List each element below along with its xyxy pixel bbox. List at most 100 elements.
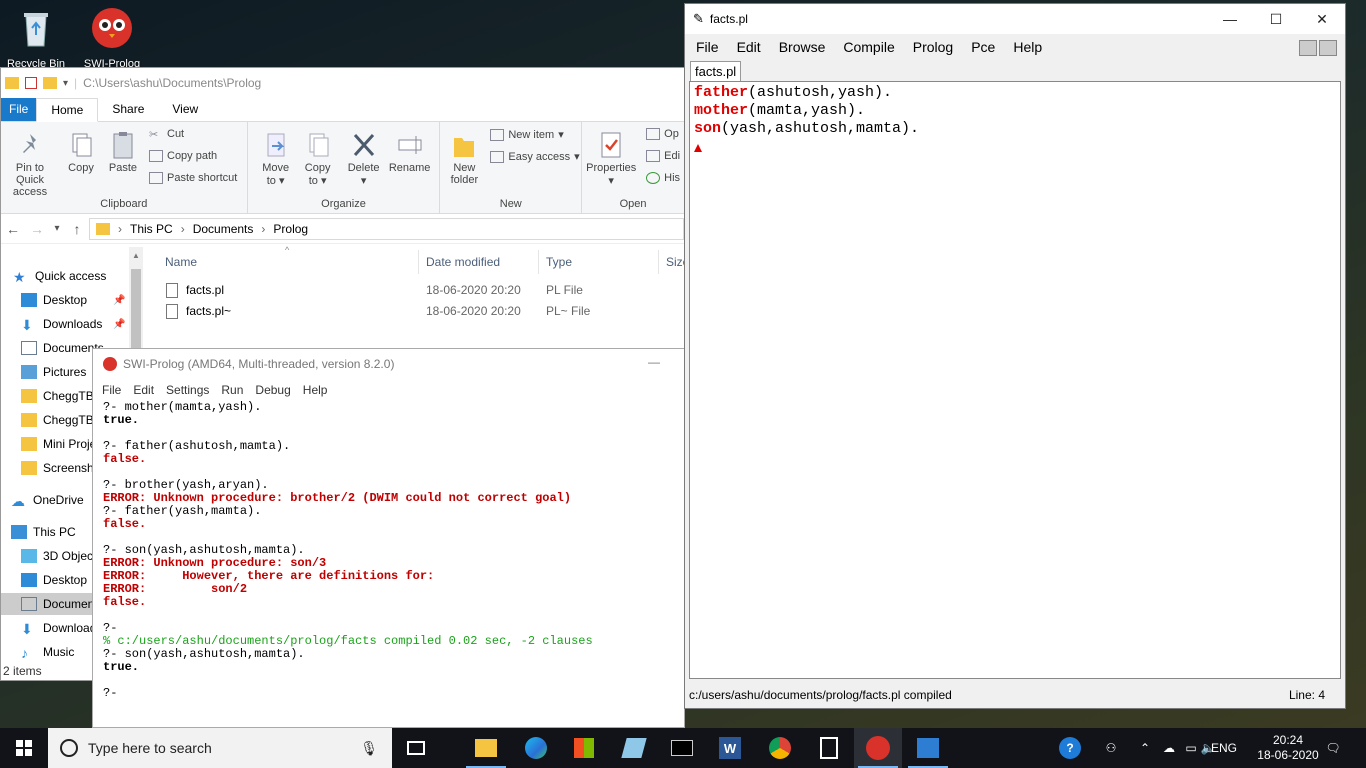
menu-edit[interactable]: Edit — [728, 39, 770, 55]
taskbar-app[interactable] — [610, 728, 658, 768]
desktop-icon-recycle-bin[interactable]: Recycle Bin — [0, 6, 72, 70]
nav-item-folder[interactable]: Screensho — [21, 457, 100, 479]
nav-arrows-icon[interactable] — [1299, 40, 1337, 56]
console-output[interactable]: ?- mother(mamta,yash). true. ?- father(ash… — [93, 401, 684, 700]
nav-item-downloads[interactable]: ⬇ Downloads 📌 — [21, 313, 125, 335]
console-line: true. — [103, 413, 140, 427]
file-row[interactable]: facts.pl 18-06-2020 20:20 PL File — [166, 280, 583, 300]
maximize-button[interactable]: ☐ — [1253, 4, 1299, 34]
help-icon[interactable]: ? — [1056, 728, 1084, 768]
minimize-button[interactable]: — — [1207, 4, 1253, 34]
chevron-down-icon[interactable]: ▾ — [63, 78, 68, 89]
paste-button[interactable]: Paste — [103, 130, 143, 174]
tab-facts-pl[interactable]: facts.pl — [690, 61, 742, 81]
breadcrumb-item[interactable]: This PC — [130, 222, 173, 236]
tab-home[interactable]: Home — [36, 98, 99, 122]
nav-item-pictures[interactable]: Pictures — [21, 361, 86, 383]
edit-button[interactable]: Edi — [646, 150, 680, 162]
menu-run[interactable]: Run — [215, 383, 249, 397]
recent-chevron-icon[interactable]: ▾ — [49, 223, 65, 234]
taskbar-photos[interactable] — [904, 728, 952, 768]
menu-settings[interactable]: Settings — [160, 383, 215, 397]
tab-file[interactable]: File — [1, 98, 37, 121]
copy-path-button[interactable]: Copy path — [149, 150, 217, 162]
move-to-button[interactable]: Move to ▾ — [256, 130, 296, 187]
paste-shortcut-button[interactable]: Paste shortcut — [149, 172, 237, 184]
properties-button[interactable]: Properties ▾ — [586, 130, 636, 187]
file-row[interactable]: facts.pl~ 18-06-2020 20:20 PL~ File — [166, 301, 590, 321]
menu-debug[interactable]: Debug — [249, 383, 296, 397]
nav-item-3d-objects[interactable]: 3D Objects — [21, 545, 102, 567]
menu-pce[interactable]: Pce — [962, 39, 1004, 55]
microphone-icon[interactable]: 🎙 — [360, 740, 378, 757]
menu-help[interactable]: Help — [297, 383, 334, 397]
breadcrumb-item[interactable]: Prolog — [273, 222, 308, 236]
taskbar-search[interactable]: Type here to search 🎙 — [48, 728, 392, 768]
organize-group: Move to ▾ Copy to ▾ Delete ▾ Rename Orga… — [248, 122, 441, 213]
breadcrumb[interactable]: › This PC › Documents › Prolog — [89, 217, 684, 240]
windows-logo-icon — [16, 740, 32, 756]
start-button[interactable] — [0, 728, 48, 768]
forward-arrow-icon[interactable]: → — [25, 221, 49, 237]
nav-item-folder[interactable]: Mini Proje — [21, 433, 96, 455]
chevron-up-icon[interactable]: ⌃ — [1136, 728, 1154, 768]
desktop-icon — [21, 293, 37, 307]
close-button[interactable]: ✕ — [1299, 4, 1345, 34]
nav-item-music[interactable]: ♪ Music — [21, 641, 74, 663]
taskbar-file-explorer[interactable] — [462, 728, 510, 768]
nav-item-this-pc[interactable]: This PC — [11, 521, 76, 543]
taskbar-terminal[interactable] — [658, 728, 706, 768]
nav-item-downloads[interactable]: ⬇ Downloads — [21, 617, 102, 639]
back-arrow-icon[interactable]: ← — [1, 221, 25, 237]
pin-to-quick-access-button[interactable]: Pin to Quick access — [1, 130, 59, 198]
taskbar-calculator[interactable] — [805, 728, 853, 768]
code-editor[interactable]: father(ashutosh,yash). mother(mamta,yash… — [689, 81, 1341, 679]
breadcrumb-item[interactable]: Documents — [193, 222, 254, 236]
taskbar-chrome[interactable] — [756, 728, 804, 768]
menu-edit[interactable]: Edit — [127, 383, 160, 397]
up-arrow-icon[interactable]: ↑ — [65, 221, 89, 237]
menu-browse[interactable]: Browse — [770, 39, 835, 55]
properties-icon[interactable] — [25, 77, 37, 89]
open-button[interactable]: Op — [646, 128, 679, 140]
minimize-button[interactable]: — — [648, 355, 660, 369]
taskbar-store[interactable] — [560, 728, 608, 768]
people-icon[interactable]: ⚇ — [1098, 728, 1124, 768]
nav-item-quick-access[interactable]: ★ Quick access — [13, 265, 106, 287]
desktop-icon-swi-prolog[interactable]: SWI-Prolog — [76, 6, 148, 70]
clock[interactable]: 20:24 18-06-2020 — [1250, 728, 1326, 768]
delete-button[interactable]: Delete ▾ — [344, 130, 384, 187]
rename-button[interactable]: Rename — [388, 130, 432, 174]
task-view-button[interactable] — [392, 728, 440, 768]
nav-item-folder[interactable]: CheggTBS — [21, 409, 102, 431]
cut-button[interactable]: ✂ Cut — [149, 128, 184, 141]
nav-item-folder[interactable]: CheggTBS — [21, 385, 102, 407]
taskbar-word[interactable]: W — [706, 728, 754, 768]
nav-item-desktop[interactable]: Desktop — [21, 569, 87, 591]
column-header-name[interactable]: Name — [165, 255, 197, 269]
copy-to-button[interactable]: Copy to ▾ — [298, 130, 338, 187]
nav-item-desktop[interactable]: Desktop 📌 — [21, 289, 125, 311]
notifications-icon[interactable]: 🗨 — [1320, 728, 1346, 768]
menu-prolog[interactable]: Prolog — [904, 39, 962, 55]
tab-view[interactable]: View — [158, 98, 212, 121]
taskbar-swi-prolog[interactable] — [854, 728, 902, 768]
cloud-icon[interactable]: ☁ — [1158, 728, 1180, 768]
column-header-date[interactable]: Date modified — [426, 255, 500, 269]
menu-help[interactable]: Help — [1004, 39, 1051, 55]
terminal-icon — [671, 740, 693, 756]
network-icon[interactable]: ▭ — [1182, 728, 1200, 768]
nav-item-onedrive[interactable]: ☁ OneDrive — [11, 489, 84, 511]
new-folder-button[interactable]: New folder — [444, 130, 484, 186]
language-indicator[interactable]: ENG — [1208, 728, 1240, 768]
history-button[interactable]: His — [646, 172, 680, 184]
menu-compile[interactable]: Compile — [834, 39, 903, 55]
column-header-type[interactable]: Type — [546, 255, 572, 269]
tab-share[interactable]: Share — [98, 98, 158, 121]
menu-file[interactable]: File — [687, 39, 728, 55]
menu-file[interactable]: File — [96, 383, 127, 397]
new-item-button[interactable]: New item ▾ — [490, 128, 564, 141]
copy-button[interactable]: Copy — [61, 130, 101, 174]
easy-access-button[interactable]: Easy access ▾ — [490, 150, 580, 163]
taskbar-edge[interactable] — [512, 728, 560, 768]
